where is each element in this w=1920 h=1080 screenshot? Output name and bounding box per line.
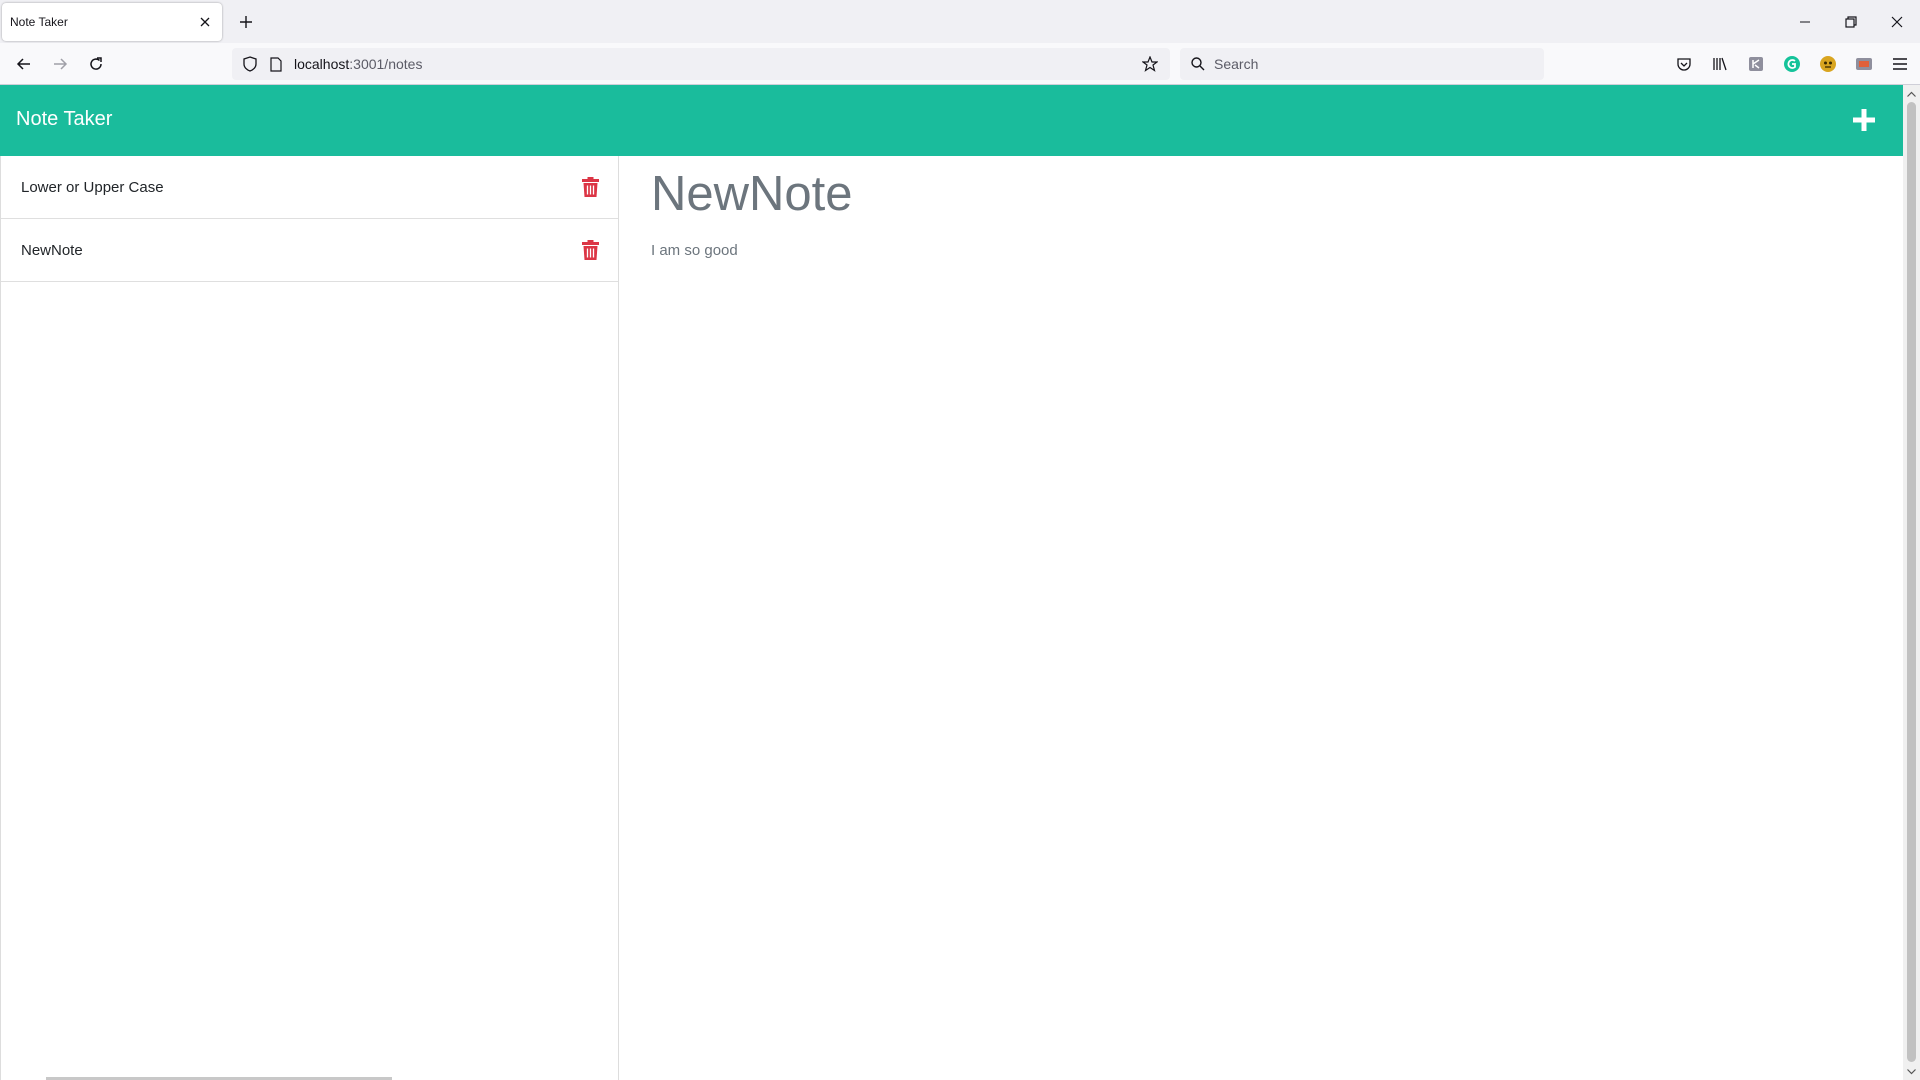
- search-placeholder: Search: [1214, 56, 1259, 72]
- url-text[interactable]: localhost:3001/notes: [294, 56, 1132, 72]
- scrollbar-thumb[interactable]: [1907, 102, 1916, 1062]
- list-item[interactable]: NewNote: [1, 219, 618, 282]
- back-arrow-icon[interactable]: [12, 52, 36, 76]
- note-editor: NewNote I am so good: [619, 156, 1903, 1080]
- note-list: Lower or Upper Case NewNote: [0, 156, 619, 1080]
- browser-toolbar: localhost:3001/notes Search: [0, 43, 1920, 85]
- bookmark-star-icon[interactable]: [1138, 52, 1162, 76]
- note-text-area[interactable]: I am so good: [651, 242, 738, 259]
- tab-title: Note Taker: [10, 15, 68, 29]
- vertical-scrollbar[interactable]: [1903, 85, 1920, 1080]
- search-bar[interactable]: Search: [1180, 48, 1544, 80]
- page-viewport: Note Taker Lower or Upper Case NewNote N…: [0, 85, 1920, 1080]
- library-icon[interactable]: [1708, 52, 1732, 76]
- restore-icon[interactable]: [1828, 0, 1874, 43]
- new-tab-icon[interactable]: [236, 12, 256, 32]
- note-title[interactable]: Lower or Upper Case: [21, 179, 580, 196]
- pocket-icon[interactable]: [1672, 52, 1696, 76]
- url-path: :3001/notes: [349, 56, 423, 72]
- trash-icon[interactable]: [580, 238, 600, 262]
- tampermonkey-icon[interactable]: [1816, 52, 1840, 76]
- close-tab-icon[interactable]: [196, 13, 214, 31]
- app-title[interactable]: Note Taker: [16, 108, 112, 131]
- grammarly-icon[interactable]: [1780, 52, 1804, 76]
- minimize-icon[interactable]: [1782, 0, 1828, 43]
- reload-icon[interactable]: [84, 52, 108, 76]
- trash-icon[interactable]: [580, 175, 600, 199]
- close-window-icon[interactable]: [1874, 0, 1920, 43]
- new-note-plus-icon[interactable]: [1851, 107, 1877, 133]
- scroll-up-icon[interactable]: [1906, 88, 1917, 99]
- screenshot-extension-icon[interactable]: [1852, 52, 1876, 76]
- window-controls: [1782, 0, 1920, 43]
- browser-tab[interactable]: Note Taker: [2, 3, 222, 41]
- shield-icon[interactable]: [238, 52, 262, 76]
- extension-icon[interactable]: [1744, 52, 1768, 76]
- list-item[interactable]: Lower or Upper Case: [1, 156, 618, 219]
- note-title[interactable]: NewNote: [21, 242, 580, 259]
- scroll-down-icon[interactable]: [1906, 1066, 1917, 1077]
- url-host: localhost: [294, 56, 350, 72]
- forward-arrow-icon[interactable]: [48, 52, 72, 76]
- address-bar[interactable]: localhost:3001/notes: [232, 48, 1170, 80]
- search-icon: [1186, 52, 1210, 76]
- menu-icon[interactable]: [1888, 52, 1912, 76]
- browser-tab-bar: Note Taker: [0, 0, 1920, 43]
- note-title-input[interactable]: NewNote: [651, 166, 853, 222]
- toolbar-icons: [1672, 52, 1912, 76]
- page-info-icon[interactable]: [264, 52, 288, 76]
- app-navbar: Note Taker: [0, 85, 1903, 156]
